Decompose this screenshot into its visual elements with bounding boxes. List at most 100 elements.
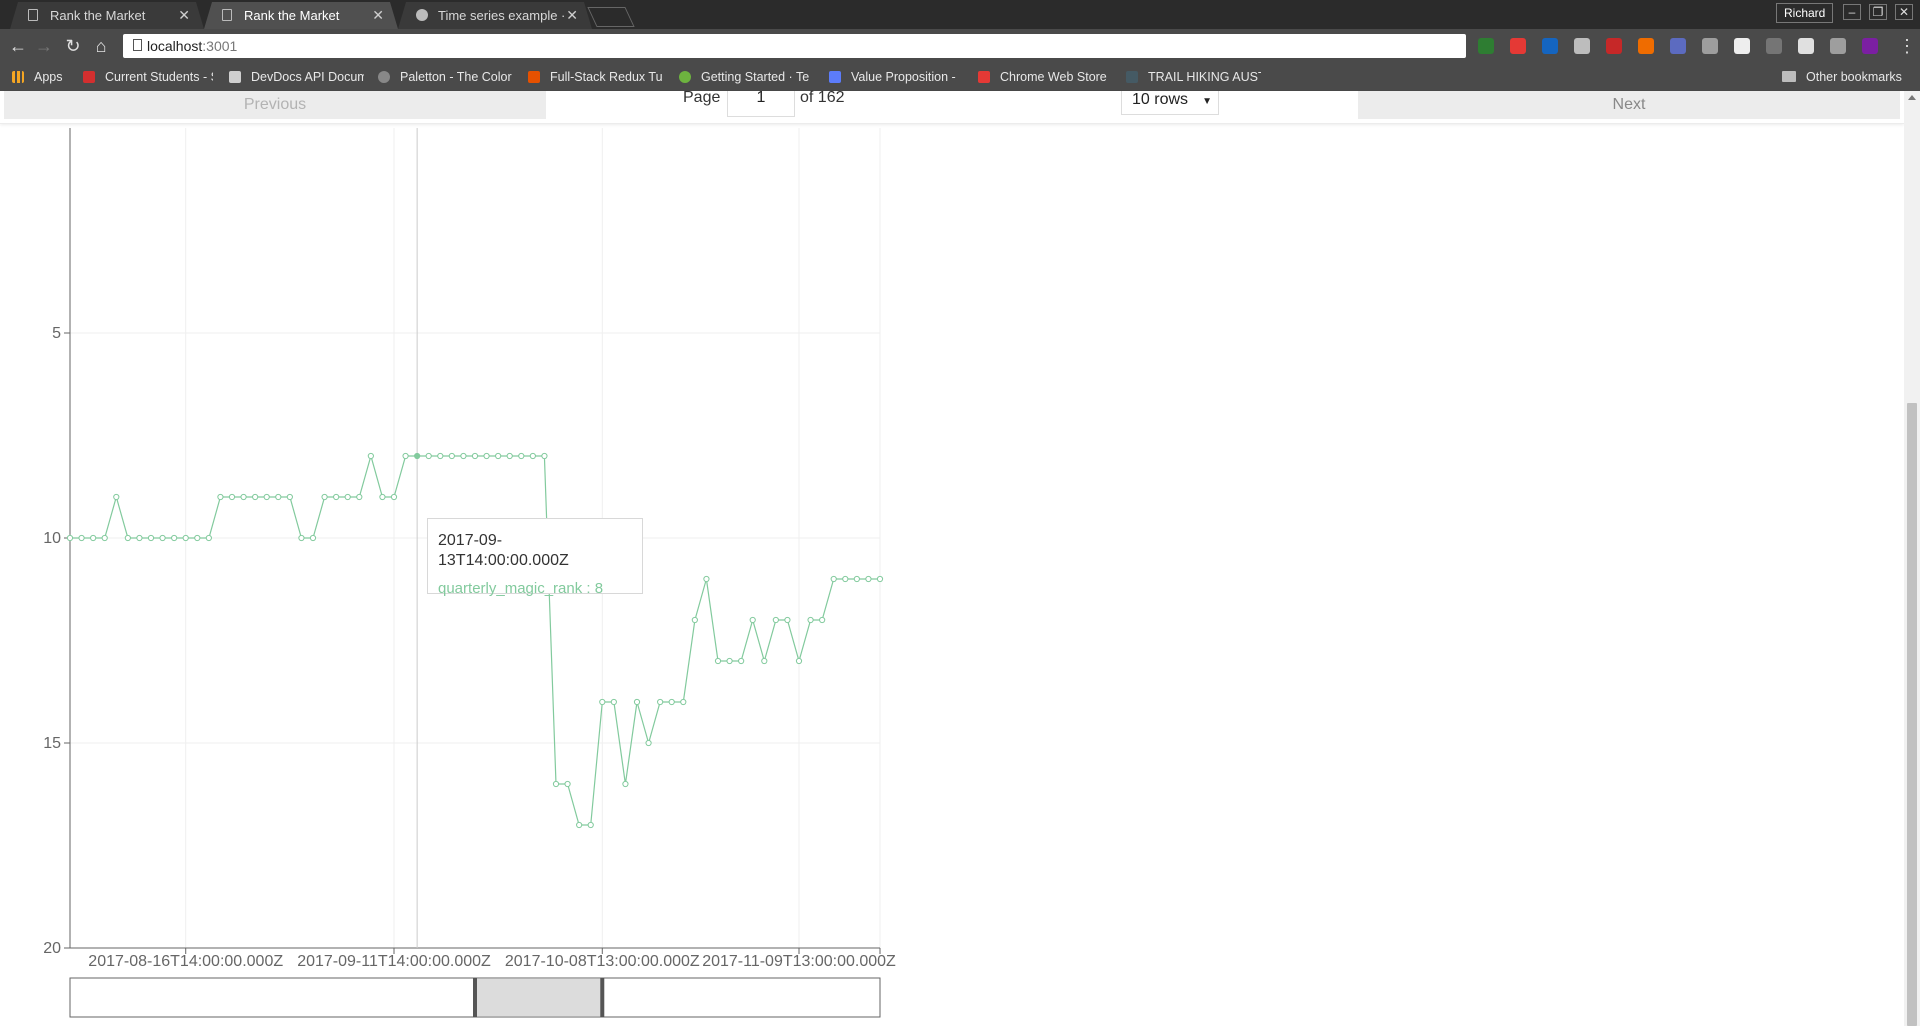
bookmark-full-stack-redux[interactable]: Full-Stack Redux Tu [528, 64, 668, 91]
other-bookmarks[interactable]: Other bookmarks [1782, 64, 1917, 91]
data-point [228, 493, 236, 501]
extension-icon[interactable] [1606, 38, 1622, 54]
data-point [738, 657, 745, 665]
page-count: of 162 [800, 89, 845, 106]
data-point [205, 534, 212, 542]
data-point [390, 493, 398, 501]
data-point [865, 575, 872, 583]
close-icon[interactable]: ✕ [566, 2, 578, 29]
extension-icon[interactable] [1510, 38, 1526, 54]
x-tick-label: 2017-08-16T14:00:00.000Z [88, 953, 283, 970]
data-point [680, 698, 687, 706]
y-tick-label: 15 [43, 735, 61, 752]
bookmark-value-proposition[interactable]: Value Proposition - [829, 64, 964, 91]
data-point [761, 657, 768, 665]
data-point [217, 493, 224, 501]
brush-selection [475, 979, 603, 1016]
menu-icon[interactable]: ⋮ [1898, 34, 1916, 58]
page-icon [28, 9, 38, 21]
extension-icon[interactable] [1638, 38, 1654, 54]
data-point [830, 575, 837, 583]
y-tick-label: 10 [43, 530, 61, 547]
tab-rank-the-market-1[interactable]: Rank the Market ✕ [10, 2, 204, 29]
data-point [587, 821, 594, 829]
y-tick-label: 20 [43, 940, 61, 957]
extension-icon[interactable] [1670, 38, 1686, 54]
data-point [402, 452, 409, 460]
scroll-up-icon[interactable] [1908, 95, 1916, 100]
page-label: Page [683, 89, 721, 106]
data-point [842, 575, 849, 583]
extension-icon[interactable] [1862, 38, 1878, 54]
close-window-button[interactable]: ✕ [1895, 4, 1913, 20]
bookmark-apps[interactable]: Apps [12, 64, 72, 91]
bookmark-chrome-web-store[interactable]: Chrome Web Store [978, 64, 1113, 91]
rows-per-page-value: 10 rows [1132, 91, 1189, 108]
data-point [414, 452, 421, 460]
folder-icon [1782, 71, 1796, 82]
data-point [657, 698, 664, 706]
bookmark-getting-started[interactable]: Getting Started · Te [679, 64, 814, 91]
scrollbar-thumb[interactable] [1907, 403, 1917, 1026]
minimize-button[interactable]: – [1843, 4, 1861, 20]
back-icon[interactable]: ← [6, 34, 30, 58]
data-point [599, 698, 606, 706]
data-point [437, 452, 444, 460]
page-info-icon[interactable] [133, 39, 142, 51]
data-point [460, 452, 467, 460]
bookmark-icon [83, 71, 95, 83]
data-point [576, 821, 583, 829]
extension-icon[interactable] [1542, 38, 1558, 54]
bookmark-paletton[interactable]: Paletton - The Color [378, 64, 513, 91]
data-point [483, 452, 490, 460]
bookmark-current-students[interactable]: Current Students - S [83, 64, 213, 91]
data-point [448, 452, 455, 460]
page-scrollbar[interactable] [1904, 91, 1920, 1026]
page-number-input[interactable]: 1 [727, 90, 795, 117]
bookmark-devdocs[interactable]: DevDocs API Docum [229, 64, 364, 91]
rank-line-chart[interactable]: 5 10 15 20 2017-08-16T14:00:00.000Z 2017-09-1… [0, 0, 1920, 1026]
bookmark-trail-hiking[interactable]: TRAIL HIKING AUST [1126, 64, 1261, 91]
profile-button[interactable]: Richard [1776, 3, 1834, 23]
close-icon[interactable]: ✕ [178, 2, 190, 29]
extension-icon[interactable] [1478, 38, 1494, 54]
extension-icon[interactable] [1798, 38, 1814, 54]
tab-title: Rank the Market [244, 8, 340, 23]
data-point [633, 698, 641, 706]
new-tab-button[interactable] [587, 7, 635, 27]
extension-icon[interactable] [1766, 38, 1782, 54]
data-point [147, 534, 155, 542]
extension-icon[interactable] [1574, 38, 1590, 54]
tab-time-series-example[interactable]: Time series example · Is ✕ [398, 2, 592, 29]
next-button[interactable]: Next [1358, 91, 1900, 119]
data-point [356, 493, 363, 501]
github-icon [416, 9, 428, 21]
caret-down-icon: ▼ [1202, 96, 1212, 107]
data-point [795, 657, 803, 665]
extension-icon[interactable] [1734, 38, 1750, 54]
extension-icon[interactable] [1830, 38, 1846, 54]
reload-icon[interactable]: ↻ [61, 34, 85, 58]
data-point [853, 575, 860, 583]
rows-per-page-select[interactable]: 10 rows ▼ [1121, 91, 1219, 115]
data-point [113, 493, 120, 501]
previous-button[interactable]: Previous [4, 91, 546, 119]
data-point [240, 493, 247, 501]
data-point [807, 616, 814, 624]
data-point [726, 657, 733, 665]
data-point [552, 780, 560, 788]
address-bar[interactable]: localhost:3001 [123, 34, 1466, 58]
tab-strip: Rank the Market ✕ Rank the Market ✕ Time… [0, 0, 1920, 29]
data-point [749, 616, 756, 624]
x-tick-label: 2017-09-11T14:00:00.000Z [297, 953, 491, 970]
bookmark-icon [829, 71, 841, 83]
restore-button[interactable]: ❐ [1869, 4, 1887, 20]
tooltip-value: quarterly_magic_rank : 8 [438, 580, 604, 597]
extension-icon[interactable] [1702, 38, 1718, 54]
data-point [668, 698, 675, 706]
home-icon[interactable]: ⌂ [89, 34, 113, 58]
close-icon[interactable]: ✕ [372, 2, 384, 29]
forward-icon[interactable]: → [32, 34, 56, 58]
tab-rank-the-market-2[interactable]: Rank the Market ✕ [204, 2, 398, 29]
url-text: localhost:3001 [147, 38, 238, 54]
